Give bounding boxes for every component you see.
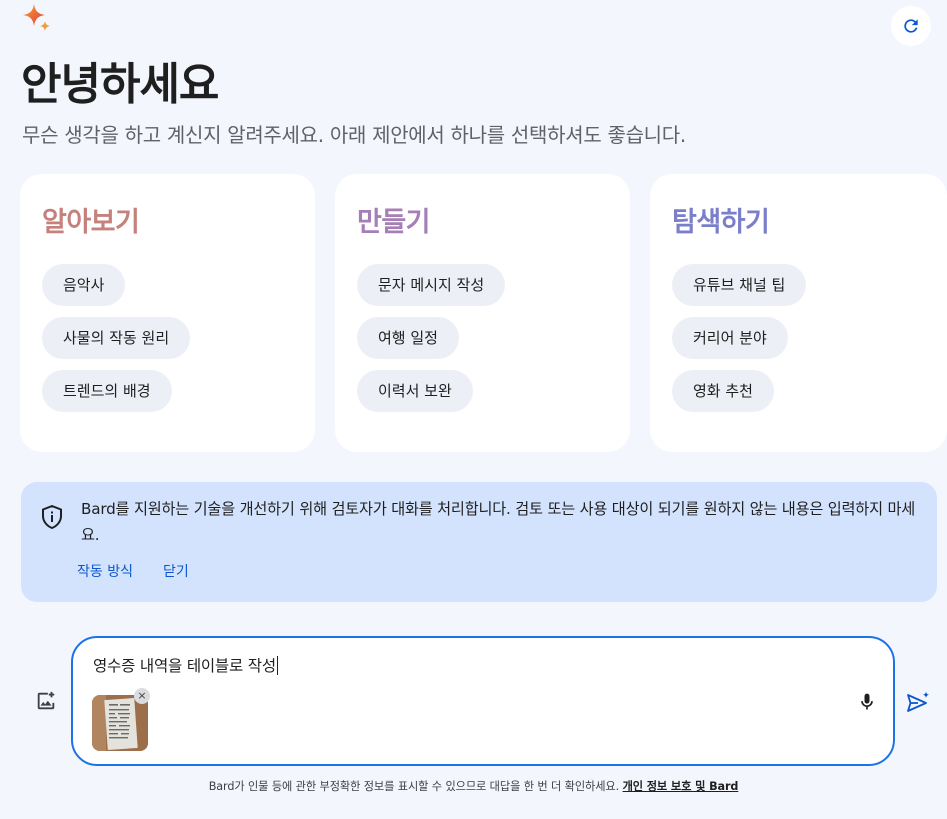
suggestion-chip[interactable]: 여행 일정 xyxy=(357,317,459,359)
add-image-icon xyxy=(37,691,55,710)
prompt-input[interactable]: 영수증 내역을 테이블로 작성 xyxy=(93,654,278,676)
bard-home: 안녕하세요 무슨 생각을 하고 계신지 알려주세요. 아래 제안에서 하나를 선… xyxy=(0,0,947,819)
suggestion-chip[interactable]: 음악사 xyxy=(42,264,126,306)
microphone-button[interactable] xyxy=(853,688,881,716)
microphone-icon xyxy=(861,693,873,710)
text-caret xyxy=(276,656,278,675)
send-icon xyxy=(907,691,930,712)
footer-disclaimer: Bard가 인물 등에 관한 부정확한 정보를 표시할 수 있으므로 대답을 한… xyxy=(0,778,947,794)
suggestion-card-create: 만들기 문자 메시지 작성 여행 일정 이력서 보완 xyxy=(335,174,630,452)
remove-attachment-button[interactable]: × xyxy=(134,688,150,704)
bard-sparkle-icon xyxy=(23,4,50,31)
notice-text: Bard를 지원하는 기술을 개선하기 위해 검토자가 대화를 처리합니다. 검… xyxy=(81,500,916,544)
suggestion-chip[interactable]: 문자 메시지 작성 xyxy=(357,264,506,306)
dismiss-notice-link[interactable]: 닫기 xyxy=(163,561,189,581)
privacy-notice: Bard를 지원하는 기술을 개선하기 위해 검토자가 대화를 처리합니다. 검… xyxy=(21,482,937,602)
card-title: 알아보기 xyxy=(42,207,140,238)
refresh-icon xyxy=(904,19,918,33)
add-image-button[interactable] xyxy=(30,685,62,717)
disclaimer-text: Bard가 인물 등에 관한 부정확한 정보를 표시할 수 있으므로 대답을 한… xyxy=(208,780,620,793)
how-it-works-link[interactable]: 작동 방식 xyxy=(77,561,133,581)
prompt-input-box[interactable]: 영수증 내역을 테이블로 작성 × xyxy=(71,636,895,766)
privacy-link[interactable]: 개인 정보 보호 및 Bard xyxy=(623,780,739,793)
card-title: 만들기 xyxy=(357,207,431,238)
card-title: 탐색하기 xyxy=(672,207,770,238)
suggestion-card-learn: 알아보기 음악사 사물의 작동 원리 트렌드의 배경 xyxy=(20,174,315,452)
suggestion-chip[interactable]: 이력서 보완 xyxy=(357,370,473,412)
suggestion-chip[interactable]: 유튜브 채널 팁 xyxy=(672,264,807,306)
prompt-input-text: 영수증 내역을 테이블로 작성 xyxy=(93,657,276,675)
refresh-button[interactable] xyxy=(891,6,931,46)
greeting-title: 안녕하세요 xyxy=(21,59,219,110)
suggestion-card-explore: 탐색하기 유튜브 채널 팁 커리어 분야 영화 추천 xyxy=(650,174,947,452)
suggestion-chip[interactable]: 커리어 분야 xyxy=(672,317,788,359)
greeting-subtitle: 무슨 생각을 하고 계신지 알려주세요. 아래 제안에서 하나를 선택하셔도 좋… xyxy=(22,123,686,147)
suggestion-chip[interactable]: 트렌드의 배경 xyxy=(42,370,172,412)
shield-info-icon xyxy=(42,505,62,529)
send-button[interactable] xyxy=(903,688,933,718)
suggestion-chip[interactable]: 사물의 작동 원리 xyxy=(42,317,191,359)
suggestion-chip[interactable]: 영화 추천 xyxy=(672,370,774,412)
